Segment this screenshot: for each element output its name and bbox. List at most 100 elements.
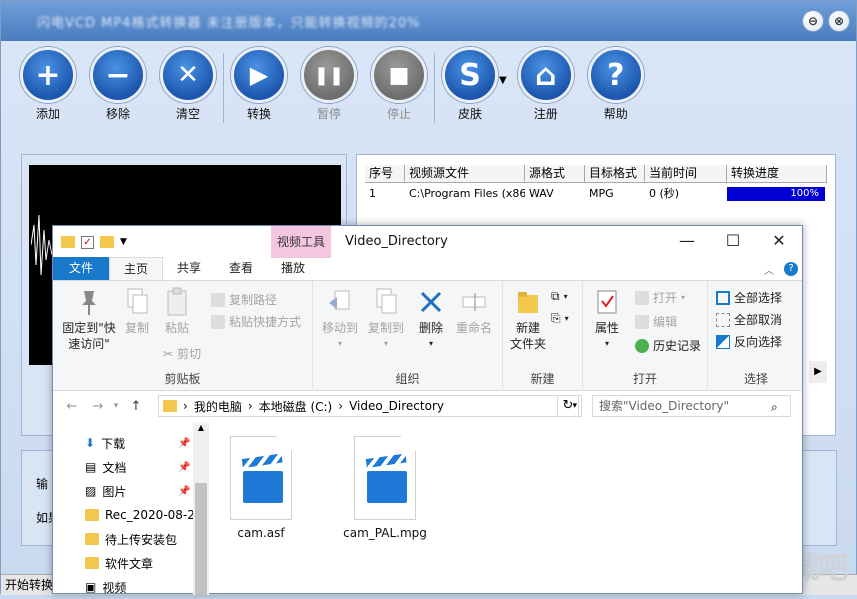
invert-selection-icon [716,334,730,349]
breadcrumb-computer[interactable]: 我的电脑 [194,398,242,415]
select-all-button[interactable]: 全部选择 [716,289,782,306]
nav-item-downloads[interactable]: ⬇ 下载 📌 [53,431,211,455]
file-view: cam.asf cam_PAL.mpg [223,436,427,540]
paste-shortcut-button[interactable]: 粘贴快捷方式 [211,313,301,330]
register-button[interactable]: ⌂ 注册 [511,47,581,122]
convert-button[interactable]: ▶ 转换 [224,47,294,122]
rename-button[interactable]: 重命名 [451,287,497,336]
breadcrumb-folder[interactable]: Video_Directory [349,399,444,413]
paste-button[interactable]: 粘贴 [159,287,195,336]
properties-button[interactable]: 属性 ▾ [589,287,625,352]
select-none-button[interactable]: 全部取消 [716,311,782,328]
folder-icon [85,533,99,545]
delete-x-icon [420,291,442,313]
col-time[interactable]: 当前时间 [645,165,727,182]
remove-button[interactable]: − 移除 [83,47,153,122]
video-icon: ▣ [85,580,97,594]
easy-access-button[interactable]: ⎘ ▾ [551,311,569,326]
nav-item-upload-packages[interactable]: 待上传安装包 [53,527,211,551]
nav-item-documents[interactable]: ▤ 文档 📌 [53,455,211,479]
recent-dropdown-icon[interactable]: ▾ [107,401,125,411]
close-button[interactable]: ⊗ [828,10,850,32]
tab-home[interactable]: 主页 [109,257,164,280]
pin-icon: 📌 [178,461,191,473]
plus-icon: + [20,47,76,103]
minimize-icon[interactable]: — [664,226,710,256]
nav-item-articles[interactable]: 软件文章 [53,551,211,575]
scroll-right-icon[interactable]: ▶ [809,361,827,383]
breadcrumb-drive[interactable]: 本地磁盘 (C:) [259,398,333,415]
folder-icon[interactable] [61,236,75,248]
tab-file[interactable]: 文件 [53,257,109,280]
new-folder-icon[interactable] [100,236,114,248]
nav-item-pictures[interactable]: ▨ 图片 📌 [53,479,211,503]
picture-icon: ▨ [85,484,97,498]
copy-to-button[interactable]: 复制到 ▾ [363,287,409,352]
address-bar[interactable]: › 我的电脑 › 本地磁盘 (C:) › Video_Directory ▾ [158,395,582,417]
maximize-icon[interactable]: ☐ [710,226,756,256]
refresh-icon[interactable]: ↻ [557,395,579,417]
folder-icon [85,509,99,521]
delete-button[interactable]: 删除 ▾ [413,287,449,352]
back-icon[interactable]: ← [63,399,81,414]
pause-button[interactable]: ❚❚ 暂停 [294,47,364,122]
address-bar-row: ← → ▾ ↑ › 我的电脑 › 本地磁盘 (C:) › Video_Direc… [53,391,802,421]
title-bar: 闪电VCD MP4格式转换器 未注册版本，只能转换视频的20% ⊖ ⊗ [1,1,856,41]
collapse-ribbon-icon[interactable]: ︿ [764,262,774,277]
nav-item-rec[interactable]: Rec_2020-08-2 [53,503,211,527]
col-progress[interactable]: 转换进度 [727,165,827,182]
edit-button[interactable]: 编辑 [635,313,677,330]
new-item-button[interactable]: ⧉ ▾ [551,289,568,304]
scrollbar-thumb[interactable] [195,483,207,595]
scissors-icon: ✂ [163,346,174,361]
add-button[interactable]: + 添加 [13,47,83,122]
search-input[interactable]: 搜索"Video_Directory" [592,395,791,417]
stop-button[interactable]: ■ 停止 [364,47,434,122]
search-icon: ⌕ [771,400,778,414]
col-source[interactable]: 视频源文件 [405,165,525,182]
nav-item-videos[interactable]: ▣ 视频 [53,575,211,599]
chevron-right-icon: › [183,399,188,413]
cut-button[interactable]: ✂ 剪切 [163,345,201,362]
col-index[interactable]: 序号 [365,165,405,182]
properties-icon[interactable]: ✓ [81,235,94,249]
select-all-icon [716,290,730,305]
move-to-button[interactable]: 移动到 ▾ [317,287,363,352]
stop-icon: ■ [371,47,427,103]
table-header: 序号 视频源文件 源格式 目标格式 当前时间 转换进度 [365,165,827,183]
pin-quick-access-button[interactable]: 固定到"快 速访问" [59,287,119,352]
minimize-button[interactable]: ⊖ [802,10,824,32]
table-row[interactable]: 1 C:\Program Files (x86)... WAV MPG 0 (秒… [365,184,825,204]
copy-button[interactable]: 复制 [119,287,155,336]
quick-access-toolbar: ✓ ▼ [53,235,127,249]
tab-share[interactable]: 共享 [163,257,215,280]
col-src-format[interactable]: 源格式 [525,165,585,182]
skin-dropdown-icon[interactable]: ▼ [499,75,507,86]
help-icon[interactable]: ? [784,262,798,276]
pause-icon: ❚❚ [301,47,357,103]
history-button[interactable]: 历史记录 [635,337,701,354]
clear-button[interactable]: ✕ 清空 [153,47,223,122]
close-icon[interactable]: ✕ [756,226,802,256]
explorer-title-bar: ✓ ▼ 视频工具 Video_Directory — ☐ ✕ [53,226,802,258]
open-button[interactable]: 打开 ▾ [635,289,685,306]
file-item[interactable]: cam.asf [223,436,299,540]
col-dst-format[interactable]: 目标格式 [585,165,645,182]
file-item[interactable]: cam_PAL.mpg [343,436,427,540]
tab-play[interactable]: 播放 [267,257,319,280]
copy-path-button[interactable]: 复制路径 [211,291,277,308]
clipboard-group: 固定到"快 速访问" 复制 粘贴 复制路径 粘贴快捷方式 ✂ 剪切 剪贴板 [53,281,313,391]
new-folder-button[interactable]: 新建 文件夹 [505,287,551,352]
help-button[interactable]: ? 帮助 [581,47,651,122]
nav-scrollbar[interactable]: ▲ [193,423,209,595]
scroll-up-icon[interactable]: ▲ [193,423,209,432]
select-group: 全部选择 全部取消 反向选择 选择 [708,281,804,391]
history-icon [635,338,649,353]
forward-icon[interactable]: → [89,399,107,414]
invert-selection-button[interactable]: 反向选择 [716,333,782,350]
customize-dropdown-icon[interactable]: ▼ [120,237,127,247]
tab-view[interactable]: 查看 [215,257,267,280]
up-icon[interactable]: ↑ [127,399,145,414]
skin-button[interactable]: S 皮肤 [435,47,505,122]
play-icon: ▶ [231,47,287,103]
